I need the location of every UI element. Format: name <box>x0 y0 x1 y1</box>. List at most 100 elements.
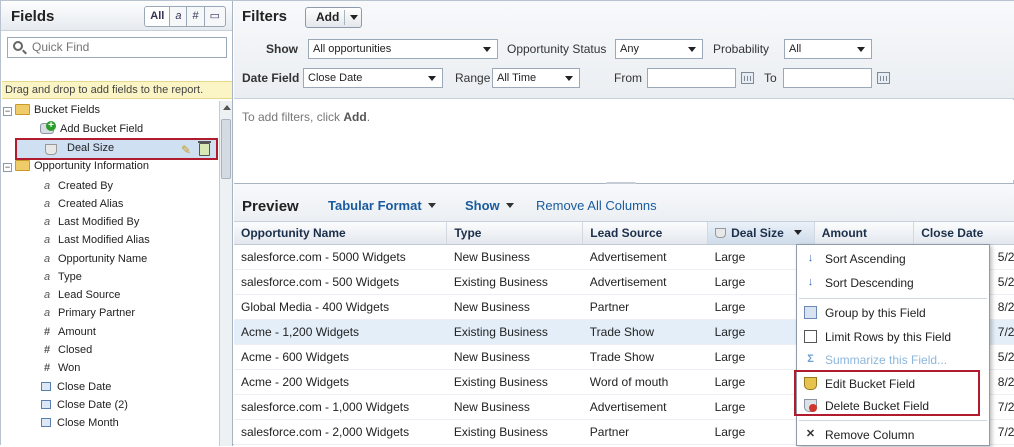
show-dropdown[interactable]: Show <box>465 198 514 213</box>
tree-item-last-modified-alias[interactable]: a Last Modified Alias <box>41 231 150 249</box>
tree-item-amount[interactable]: # Amount <box>41 323 96 341</box>
from-date-input[interactable] <box>647 68 736 88</box>
column-header[interactable]: Close Date <box>913 222 1014 245</box>
menu-item-sort-ascending[interactable]: ↓ Sort Ascending <box>797 247 989 271</box>
tree-item-type[interactable]: a Type <box>41 268 82 286</box>
trash-icon[interactable] <box>198 141 211 156</box>
tree-item-primary-partner[interactable]: a Primary Partner <box>41 304 135 322</box>
collapse-icon[interactable]: − <box>3 163 12 172</box>
remove-all-columns-link[interactable]: Remove All Columns <box>536 198 657 213</box>
column-header[interactable]: Type <box>446 222 584 245</box>
menu-divider <box>799 298 987 299</box>
range-select[interactable]: All Time <box>492 68 580 88</box>
folder-icon <box>15 160 30 171</box>
tree-item-label: Won <box>58 362 81 374</box>
menu-item-limit-rows[interactable]: Limit Rows by this Field <box>797 325 989 349</box>
tree-item-deal-size-selected[interactable]: Deal Size ✎ <box>15 138 218 160</box>
scroll-up-icon[interactable] <box>223 105 231 110</box>
tree-item-add-bucket-field[interactable]: Add Bucket Field <box>40 120 143 138</box>
tree-item-label: Primary Partner <box>58 307 136 319</box>
probability-select[interactable]: All <box>784 39 872 59</box>
column-header[interactable]: Opportunity Name <box>234 222 448 245</box>
bucket-icon <box>45 144 57 155</box>
table-cell: salesforce.com - 1,000 Widgets <box>234 394 447 420</box>
date-field-select[interactable]: Close Date <box>303 68 443 88</box>
menu-item-remove-column[interactable]: ✕ Remove Column <box>797 423 989 447</box>
menu-item-sort-descending[interactable]: ↓ Sort Descending <box>797 271 989 295</box>
text-field-icon: a <box>43 180 51 192</box>
format-dropdown[interactable]: Tabular Format <box>328 198 436 213</box>
table-cell: Advertisement <box>582 269 708 295</box>
to-date-input[interactable] <box>783 68 872 88</box>
from-label: From <box>614 71 642 85</box>
text-field-icon: a <box>43 253 51 265</box>
chevron-down-icon <box>428 76 436 81</box>
filter-text-button[interactable]: a <box>170 7 188 26</box>
tree-item-label: Opportunity Information <box>34 160 149 172</box>
preview-title: Preview <box>242 198 299 215</box>
filter-number-button[interactable]: # <box>187 7 205 26</box>
filters-bar: Filters Add Show All opportunities Oppor… <box>234 1 1014 99</box>
add-filter-label: Add <box>316 10 340 24</box>
chevron-down-icon <box>427 203 436 208</box>
table-cell: New Business <box>446 394 583 420</box>
sort-ascending-icon: ↓ <box>807 252 814 264</box>
tree-item-close-date[interactable]: Close Date <box>41 378 111 396</box>
table-cell: Word of mouth <box>582 369 708 395</box>
tree-item-label: Last Modified By <box>58 216 140 228</box>
highlight-box <box>794 370 980 416</box>
number-field-icon: # <box>43 344 51 356</box>
tree-item-created-alias[interactable]: a Created Alias <box>41 195 124 213</box>
quick-find-input-wrapper[interactable] <box>7 37 227 58</box>
text-field-icon: a <box>43 216 51 228</box>
menu-item-label: Summarize this Field... <box>825 353 948 367</box>
column-context-menu: ↓ Sort Ascending ↓ Sort Descending Group b… <box>794 244 990 447</box>
date-field-label: Date Field <box>242 71 300 85</box>
quick-find-input[interactable] <box>32 40 212 54</box>
tree-item-close-month[interactable]: Close Month <box>41 414 119 432</box>
tree-item-last-modified-by[interactable]: a Last Modified By <box>41 213 139 231</box>
tree-item-closed[interactable]: # Closed <box>41 341 92 359</box>
tree-item-close-date-2[interactable]: Close Date (2) <box>41 396 128 414</box>
tree-item-opportunity-name[interactable]: a Opportunity Name <box>41 250 147 268</box>
pencil-icon[interactable]: ✎ <box>181 143 191 157</box>
column-header-deal-size[interactable]: Deal Size <box>707 222 815 245</box>
menu-item-group-by-field[interactable]: Group by this Field <box>797 301 989 325</box>
table-header-row: Opportunity Name Type Lead Source Deal S… <box>234 222 1014 245</box>
tree-item-label: Bucket Fields <box>34 104 101 116</box>
menu-item-label: Group by this Field <box>825 306 926 320</box>
column-header[interactable]: Lead Source <box>582 222 709 245</box>
probability-select-value: All <box>789 43 802 55</box>
tree-item-created-by[interactable]: a Created By <box>41 177 113 195</box>
calendar-icon[interactable] <box>877 72 890 84</box>
table-cell: Trade Show <box>582 319 708 345</box>
tree-item-label: Close Month <box>57 417 119 429</box>
preview-toolbar: Preview Tabular Format Show Remove All C… <box>234 184 1014 222</box>
chevron-down-icon[interactable] <box>793 229 802 235</box>
tree-folder-bucket-fields[interactable]: − Bucket Fields <box>3 101 100 119</box>
sort-descending-icon: ↓ <box>807 276 814 288</box>
opportunity-status-select[interactable]: Any <box>615 39 703 59</box>
tree-item-label: Last Modified Alias <box>58 234 150 246</box>
table-cell: Existing Business <box>446 269 583 295</box>
menu-item-label: Limit Rows by this Field <box>825 330 952 344</box>
menu-item-summarize: Σ Summarize this Field... <box>797 348 989 372</box>
filters-title: Filters <box>242 8 288 25</box>
collapse-icon[interactable]: − <box>3 107 12 116</box>
date-field-select-value: Close Date <box>308 72 363 84</box>
tree-item-lead-source[interactable]: a Lead Source <box>41 286 120 304</box>
field-tree-scrollbar[interactable] <box>219 101 232 446</box>
report-builder: Fields All a # ▭ Drag and drop to add fi… <box>0 0 1014 447</box>
tree-item-won[interactable]: # Won <box>41 359 80 377</box>
scrollbar-thumb[interactable] <box>221 119 231 179</box>
chevron-down-icon[interactable] <box>350 15 358 20</box>
text-field-icon: a <box>43 198 51 210</box>
table-cell: Acme - 200 Widgets <box>234 369 447 395</box>
column-header[interactable]: Amount <box>814 222 915 245</box>
show-select[interactable]: All opportunities <box>308 39 498 59</box>
add-filter-button[interactable]: Add <box>305 7 362 28</box>
menu-item-label: Sort Ascending <box>825 252 906 266</box>
calendar-icon[interactable] <box>741 72 754 84</box>
filter-date-button[interactable]: ▭ <box>205 7 225 26</box>
filter-all-button[interactable]: All <box>145 7 171 26</box>
